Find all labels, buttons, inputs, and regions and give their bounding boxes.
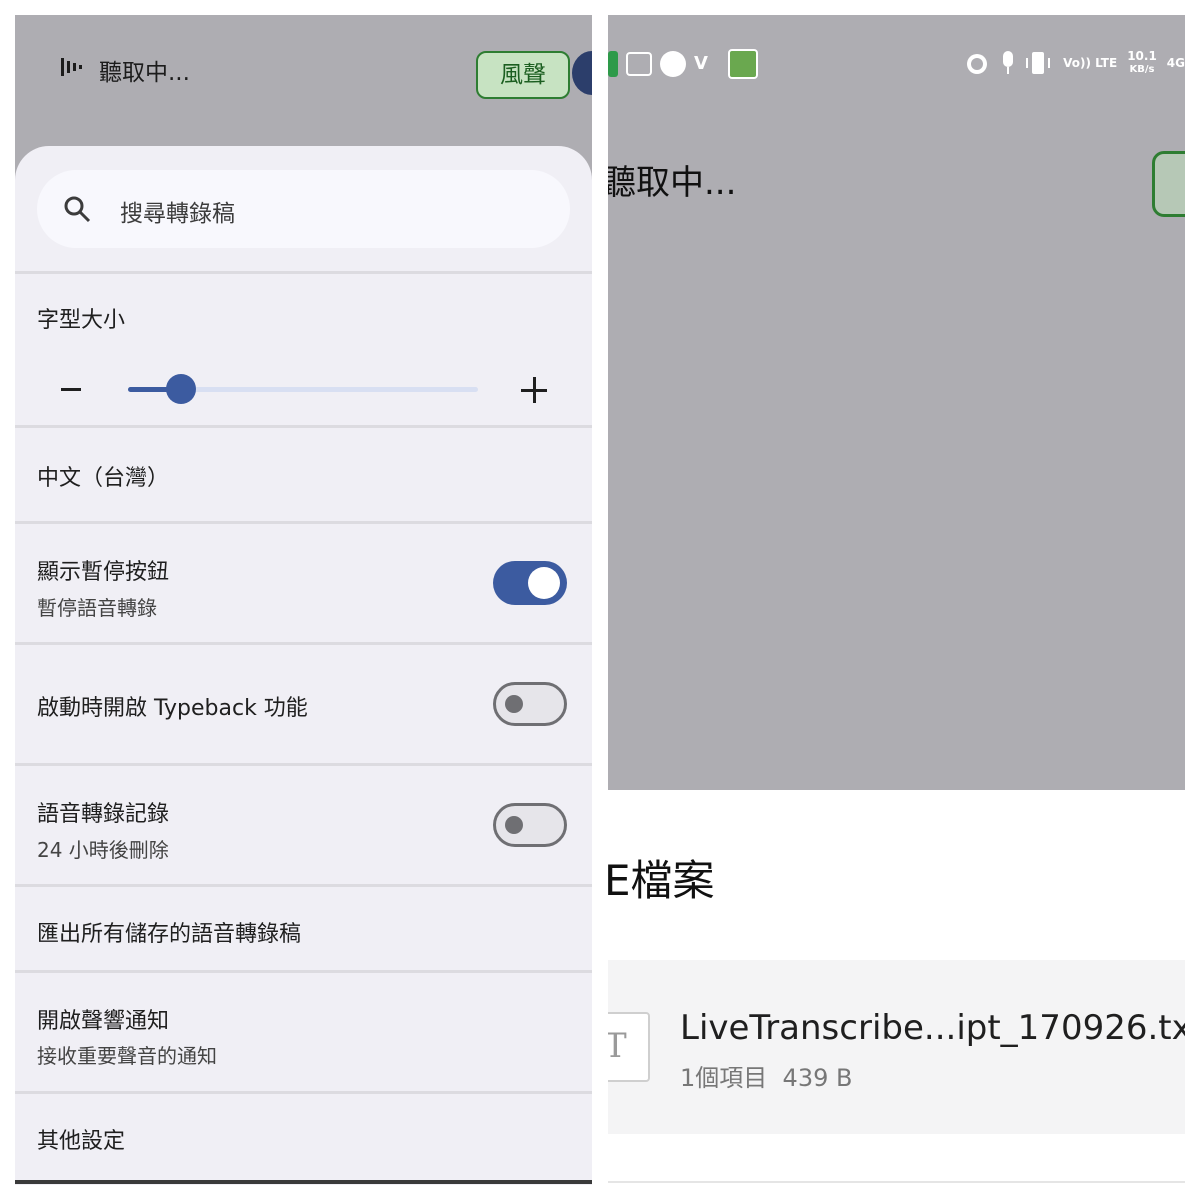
facebook-icon <box>660 51 686 77</box>
phone-icon <box>608 51 618 77</box>
left-screenshot: 聽取中... 風聲 搜尋轉錄稿 字型大小 中文（台灣） 顯示暫停按鈕 暫停語音轉… <box>15 15 592 1185</box>
show-pause-button-label: 顯示暫停按鈕 <box>37 560 170 585</box>
show-pause-button-sub: 暫停語音轉錄 <box>37 596 157 620</box>
transcript-history-sub: 24 小時後刪除 <box>37 838 169 862</box>
transcript-history-label: 語音轉錄記錄 <box>37 802 170 827</box>
bottom-divider <box>15 1180 592 1184</box>
volte-indicator: Vo)) LTE <box>1063 56 1118 70</box>
microphone-icon <box>1003 51 1014 74</box>
file-item-count: 1個項目 <box>680 1064 768 1092</box>
ambient-sound-button[interactable] <box>1152 151 1185 217</box>
vf-icon: V <box>694 53 708 74</box>
export-transcripts-item[interactable]: 匯出所有儲存的語音轉錄稿 <box>37 916 301 948</box>
search-placeholder: 搜尋轉錄稿 <box>120 201 235 227</box>
alarm-icon <box>967 54 988 74</box>
language-setting[interactable]: 中文（台灣） <box>37 460 169 492</box>
file-section-title: E檔案 <box>608 856 715 905</box>
file-icon-letter: T <box>608 1026 627 1066</box>
divider <box>15 1091 592 1094</box>
status-bar-left: V <box>608 49 766 79</box>
divider <box>15 271 592 274</box>
divider <box>15 642 592 645</box>
divider <box>608 1181 1185 1183</box>
avatar[interactable] <box>572 51 592 95</box>
toggle-knob <box>505 816 523 834</box>
app-icon <box>728 49 758 79</box>
network-type: 4G <box>1166 56 1185 70</box>
sound-notification-sub: 接收重要聲音的通知 <box>37 1044 217 1068</box>
font-size-decrease-button[interactable] <box>61 388 81 391</box>
settings-sheet: 搜尋轉錄稿 字型大小 中文（台灣） 顯示暫停按鈕 暫停語音轉錄 啟動時開啟 Ty… <box>15 146 592 1185</box>
toggle-knob <box>505 695 523 713</box>
typeback-toggle[interactable] <box>493 682 567 726</box>
file-item[interactable]: T LiveTranscribe...ipt_170926.txt 1個項目 4… <box>608 960 1185 1134</box>
slider-thumb[interactable] <box>165 374 196 404</box>
font-size-increase-button[interactable] <box>521 377 547 403</box>
vibrate-icon <box>1026 52 1051 74</box>
file-meta: 1個項目 439 B <box>680 1058 852 1093</box>
sound-notification-label[interactable]: 開啟聲響通知 <box>37 1003 169 1035</box>
file-name: LiveTranscribe...ipt_170926.txt <box>680 1008 1185 1048</box>
network-speed: 10.1 KB/s <box>1127 49 1157 77</box>
status-bar-right: Vo)) LTE 10.1 KB/s 4G <box>963 45 1185 81</box>
divider <box>15 970 592 973</box>
divider <box>15 425 592 428</box>
typeback-label: 啟動時開啟 Typeback 功能 <box>37 696 308 721</box>
right-screenshot: V Vo)) LTE 10.1 KB/s 4G 聽取中... E檔案 T Liv… <box>608 15 1185 1185</box>
divider <box>15 884 592 887</box>
divider <box>15 763 592 766</box>
speed-unit: KB/s <box>1129 64 1155 75</box>
file-size: 439 B <box>782 1064 853 1092</box>
overlay-area: V Vo)) LTE 10.1 KB/s 4G 聽取中... <box>608 15 1185 790</box>
toggle-knob <box>528 567 560 599</box>
search-transcript-field[interactable]: 搜尋轉錄稿 <box>37 170 570 248</box>
speed-value: 10.1 <box>1127 49 1157 63</box>
text-file-icon: T <box>608 1012 650 1082</box>
font-size-label: 字型大小 <box>37 308 126 333</box>
audio-waveform-icon <box>61 58 82 76</box>
transcript-history-toggle[interactable] <box>493 803 567 847</box>
other-settings-item[interactable]: 其他設定 <box>37 1123 125 1155</box>
listening-status: 聽取中... <box>99 60 190 86</box>
wallet-icon <box>626 52 652 76</box>
search-icon <box>64 196 91 223</box>
show-pause-button-toggle[interactable] <box>493 561 567 605</box>
listening-status: 聽取中... <box>608 163 737 203</box>
divider <box>15 521 592 524</box>
ambient-sound-button[interactable]: 風聲 <box>476 51 570 99</box>
